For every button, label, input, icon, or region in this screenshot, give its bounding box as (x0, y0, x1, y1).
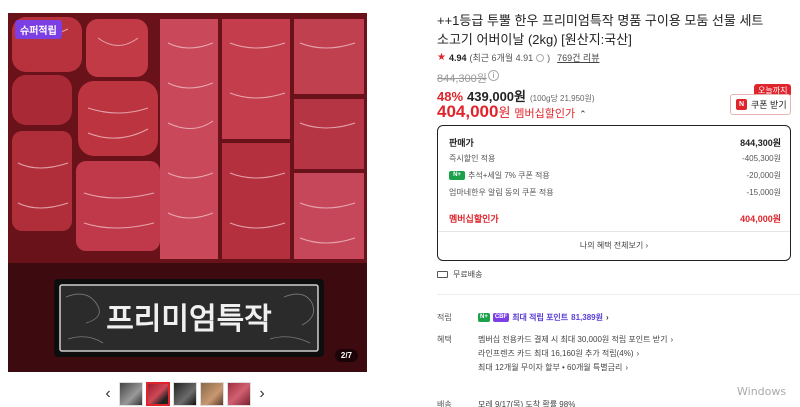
view-all-benefits-label: 나의 혜택 전체보기 (579, 241, 644, 250)
chevron-left-icon[interactable]: ‹ (100, 382, 116, 406)
member-price: 404,000 (437, 102, 499, 121)
naver-plus-icon: N+ (478, 313, 490, 322)
shipping-label: 무료배송 (453, 270, 483, 279)
member-price-label: 멤버십할인가 (514, 108, 576, 120)
coupon-label: 쿠폰 받기 (751, 100, 787, 110)
coupon-button[interactable]: N 쿠폰 받기 (730, 94, 791, 115)
price-row-label: 즉시할인 적용 (449, 154, 496, 163)
benefit-item[interactable]: 라인프렌즈 카드 최대 16,160원 추가 적립(4%) › (478, 348, 639, 359)
price-row-instant-discount: 즉시할인 적용 -405,300원 (449, 153, 781, 164)
benefit-item[interactable]: 최대 12개월 무이자 할부 • 60개월 특별금리 › (478, 362, 628, 373)
price-row-alert-coupon: 엄마네한우 알림 동의 쿠폰 적용 -15,000원 (449, 187, 781, 198)
shipping-info: 무료배송 (437, 269, 482, 280)
thumbnail[interactable] (173, 382, 197, 406)
rating-row: ★ 4.94 (최근 6개월 4.91) 769건 리뷰 (437, 51, 600, 64)
view-all-benefits-link[interactable]: 나의 혜택 전체보기 › (438, 240, 790, 251)
truck-icon (437, 271, 448, 278)
thumbnail[interactable] (227, 382, 251, 406)
price-row-coupon: N+ 추석+세일 7% 쿠폰 적용 -20,000원 (449, 170, 781, 181)
windows-activation-watermark: Windows (737, 385, 787, 398)
chevron-right-icon: › (606, 313, 609, 322)
price-row-value: -405,300원 (742, 154, 781, 163)
points-text: 최대 적립 포인트 (512, 313, 569, 322)
points-value: 81,389원 (571, 313, 603, 322)
info-icon-small[interactable] (536, 53, 545, 62)
member-price-suffix: 원 (498, 105, 511, 120)
thumbnail[interactable] (200, 382, 224, 406)
product-title: ++1등급 투뿔 한우 프리미엄특작 명품 구이용 모둠 선물 세트 소고기 어… (437, 13, 764, 47)
divider (438, 231, 790, 232)
star-icon: ★ (437, 52, 446, 63)
main-product-image[interactable]: 슈퍼적립 프리미엄특작 2/7 (8, 13, 367, 372)
thumbnail[interactable] (119, 382, 143, 406)
card-tag-icon: CBF (492, 313, 510, 322)
chevron-right-icon: › (625, 363, 629, 372)
info-icon[interactable]: i (488, 70, 499, 81)
naver-plus-icon: N+ (449, 171, 465, 180)
original-price: 844,300원 (437, 73, 487, 85)
super-points-badge: 슈퍼적립 (15, 20, 62, 39)
benefit-text: 최대 12개월 무이자 할부 • 60개월 특별금리 (478, 363, 623, 372)
price-row-value: 404,000원 (740, 214, 781, 224)
price-row-value: -20,000원 (746, 171, 782, 180)
plaque-text: 프리미엄특작 (106, 302, 272, 337)
price-row-value: -15,000원 (746, 188, 782, 197)
coupon-n-icon: N (736, 99, 747, 110)
delivery-label: 배송 (437, 400, 452, 407)
chevron-right-icon: › (670, 335, 674, 344)
benefits-label: 혜택 (437, 335, 452, 344)
chevron-right-icon: › (645, 241, 649, 250)
recent-rating-end: ) (547, 52, 551, 63)
points-label: 적립 (437, 313, 452, 322)
benefit-text: 라인프렌즈 카드 최대 16,160원 추가 적립(4%) (478, 349, 634, 358)
thumbnail-active[interactable] (146, 382, 170, 406)
price-breakdown-box: 판매가 844,300원 즉시할인 적용 -405,300원 N+ 추석+세일 7… (437, 125, 791, 261)
benefit-text: 멤버십 전용카드 결제 시 최대 30,000원 적립 포인트 받기 (478, 335, 668, 344)
price-row-label: 엄마네한우 알림 동의 쿠폰 적용 (449, 188, 554, 197)
points-row[interactable]: N+ CBF 최대 적립 포인트 81,389원 › (478, 312, 609, 323)
chevron-right-icon[interactable]: › (254, 382, 270, 406)
benefit-item[interactable]: 멤버십 전용카드 결제 시 최대 30,000원 적립 포인트 받기 › (478, 334, 673, 345)
product-page: 슈퍼적립 프리미엄특작 2/7 ‹ › ++1등급 투뿔 한우 프리미엄특작 명… (0, 0, 800, 407)
price-row-member: 멤버십할인가 404,000원 (449, 212, 781, 225)
rating-score: 4.94 (448, 52, 467, 63)
image-counter: 2/7 (334, 349, 358, 362)
thumbnail-strip: ‹ › (100, 381, 270, 407)
price-row-label: 추석+세일 7% 쿠폰 적용 (468, 171, 550, 180)
price-row-sale: 판매가 844,300원 (449, 136, 781, 149)
chevron-right-icon: › (636, 349, 640, 358)
divider (437, 294, 800, 295)
product-gallery: 슈퍼적립 프리미엄특작 2/7 ‹ › (0, 0, 420, 407)
member-price-row[interactable]: 404,000원 멤버십할인가 ⌃ (437, 102, 587, 122)
review-count-link[interactable]: 769건 리뷰 (557, 51, 599, 64)
price-row-label: 판매가 (449, 138, 474, 148)
price-row-label: 멤버십할인가 (449, 214, 499, 224)
beef-photo-illustration: 프리미엄특작 (8, 13, 367, 372)
delivery-estimate: 모레 9/17(목) 도착 확률 98% (478, 400, 576, 407)
chevron-up-icon: ⌃ (579, 109, 587, 119)
recent-rating: (최근 6개월 4.91 (469, 53, 534, 63)
price-row-value: 844,300원 (740, 138, 781, 148)
